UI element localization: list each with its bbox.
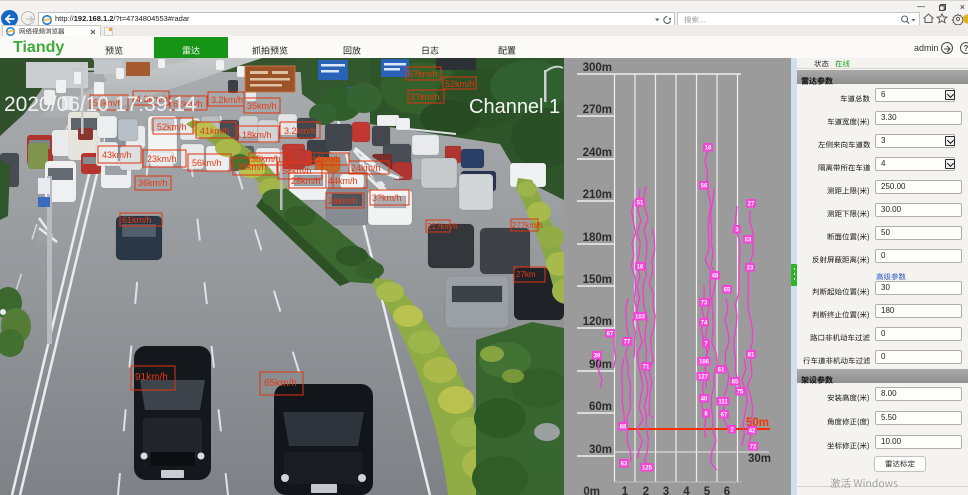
svg-text:40: 40	[701, 397, 708, 403]
svg-text:3.2km/h: 3.2km/h	[284, 126, 316, 136]
svg-text:28km/h: 28km/h	[291, 176, 321, 186]
svg-text:51: 51	[637, 201, 644, 207]
svg-text:3?km/h: 3?km/h	[410, 92, 440, 102]
svg-text:67: 67	[721, 413, 728, 419]
svg-text:44km/h: 44km/h	[328, 176, 358, 186]
svg-text:41km/h: 41km/h	[200, 126, 230, 136]
svg-text:106: 106	[699, 360, 710, 366]
svg-text:180m: 180m	[583, 232, 612, 244]
svg-text:270m: 270m	[583, 104, 612, 116]
svg-text:52km/h: 52km/h	[157, 122, 187, 132]
svg-text:16: 16	[637, 265, 644, 271]
svg-text:Channel 1: Channel 1	[469, 96, 560, 118]
svg-text:90m: 90m	[589, 359, 612, 371]
svg-text:63: 63	[621, 462, 628, 468]
svg-text:77: 77	[624, 340, 631, 346]
svg-text:5: 5	[704, 486, 711, 495]
svg-text:6: 6	[724, 486, 730, 495]
svg-text:1: 1	[622, 486, 629, 495]
svg-text:56: 56	[701, 184, 708, 190]
svg-text:24km/h: 24km/h	[351, 163, 381, 173]
svg-text:30m: 30m	[748, 453, 771, 465]
svg-text:0m: 0m	[583, 486, 600, 495]
svg-text:125: 125	[642, 466, 653, 472]
svg-text:38km/h: 38km/h	[251, 154, 281, 164]
svg-text:18km/h: 18km/h	[242, 130, 272, 140]
svg-text:88: 88	[620, 425, 627, 431]
svg-text:26km/h: 26km/h	[328, 196, 358, 206]
svg-text:61: 61	[718, 368, 725, 374]
svg-text:43km/h: 43km/h	[102, 150, 132, 160]
svg-text:65: 65	[724, 288, 731, 294]
svg-text:27: 27	[748, 202, 755, 208]
svg-text:71: 71	[643, 365, 650, 371]
svg-text:56km/h: 56km/h	[192, 158, 222, 168]
svg-text:3?km/h: 3?km/h	[372, 193, 402, 203]
svg-text:27km: 27km	[516, 270, 536, 279]
svg-text:58km/h: 58km/h	[282, 166, 312, 176]
svg-text:42: 42	[749, 429, 756, 435]
svg-text:73: 73	[701, 301, 708, 307]
svg-text:44km/h: 44km/h	[311, 154, 341, 164]
svg-text:30m: 30m	[589, 444, 612, 456]
svg-text:210m: 210m	[583, 189, 612, 201]
svg-text:27?km/h: 27?km/h	[512, 221, 543, 230]
svg-text:91km/h: 91km/h	[135, 372, 168, 383]
svg-text:67: 67	[607, 332, 614, 338]
svg-text:6?km/h: 6?km/h	[408, 69, 438, 79]
svg-text:2020/06/10 17:39:14: 2020/06/10 17:39:14	[4, 93, 197, 116]
svg-text:48: 48	[712, 274, 719, 280]
svg-text:111: 111	[718, 400, 728, 406]
svg-text:3: 3	[663, 486, 669, 495]
svg-text:150m: 150m	[583, 274, 612, 286]
svg-text:3.2km/h: 3.2km/h	[211, 95, 243, 105]
svg-text:74: 74	[701, 321, 708, 327]
svg-text:61km/h: 61km/h	[122, 215, 152, 225]
svg-text:52km/h: 52km/h	[445, 79, 475, 89]
svg-text:53: 53	[745, 238, 752, 244]
svg-text:23: 23	[747, 266, 754, 272]
svg-text:72: 72	[750, 445, 757, 451]
svg-text:23km/h: 23km/h	[147, 154, 177, 164]
svg-text:120m: 120m	[583, 316, 612, 328]
svg-text:18: 18	[705, 146, 712, 152]
svg-text:60m: 60m	[589, 401, 612, 413]
svg-text:300m: 300m	[583, 62, 612, 74]
svg-text:127: 127	[698, 375, 709, 381]
svg-text:39: 39	[594, 354, 601, 360]
svg-text:21?km/h: 21?km/h	[427, 222, 458, 231]
svg-text:103: 103	[635, 315, 646, 321]
svg-text:35km/h: 35km/h	[247, 101, 277, 111]
svg-text:4: 4	[683, 486, 690, 495]
svg-text:81: 81	[748, 353, 755, 359]
svg-text:2: 2	[643, 486, 649, 495]
svg-text:36km/h: 36km/h	[138, 178, 168, 188]
svg-text:240m: 240m	[583, 147, 612, 159]
svg-text:75: 75	[737, 390, 744, 396]
svg-text:65km/h: 65km/h	[264, 378, 297, 389]
svg-text:85: 85	[732, 380, 739, 386]
